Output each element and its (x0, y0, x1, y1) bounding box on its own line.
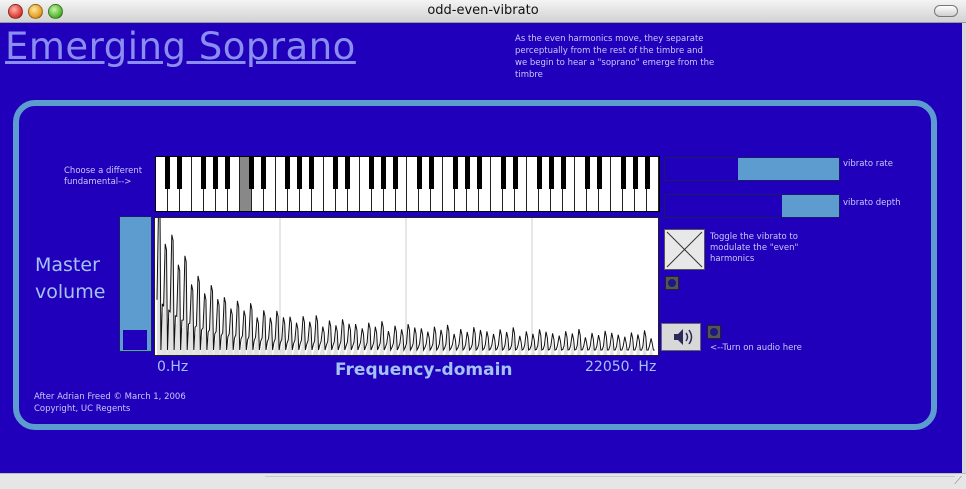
piano-black-key[interactable] (416, 157, 422, 189)
vibrato-toggle-label: Toggle the vibrato to modulate the "even… (710, 232, 799, 264)
master-volume-level (123, 330, 147, 350)
master-volume-label: Master volume (35, 252, 105, 306)
vibrato-indicator (665, 276, 679, 290)
piano-black-key[interactable] (548, 157, 554, 189)
vibrato-depth-fill (665, 195, 782, 217)
piano-black-key[interactable] (512, 157, 518, 189)
piano-keyboard[interactable] (155, 156, 660, 212)
piano-black-key[interactable] (464, 157, 470, 189)
piano-black-key[interactable] (297, 157, 303, 189)
piano-black-key[interactable] (309, 157, 315, 189)
piano-black-key[interactable] (644, 157, 650, 189)
vibrato-rate-slider[interactable] (664, 157, 840, 181)
piano-black-key[interactable] (476, 157, 482, 189)
piano-black-key[interactable] (632, 157, 638, 189)
piano-black-key[interactable] (536, 157, 542, 189)
vibrato-depth-slider[interactable] (664, 194, 840, 218)
piano-black-key[interactable] (596, 157, 602, 189)
piano-black-key[interactable] (428, 157, 434, 189)
x-axis-max-label: 22050. Hz (585, 359, 657, 375)
x-axis-min-label: 0.Hz (157, 359, 189, 375)
page-title: Emerging Soprano (5, 25, 356, 68)
piano-black-key[interactable] (213, 157, 219, 189)
piano-black-key[interactable] (393, 157, 399, 189)
piano-black-key[interactable] (584, 157, 590, 189)
vibrato-rate-label: vibrato rate (843, 159, 893, 169)
fundamental-label: Choose a different fundamental--> (64, 166, 143, 187)
audio-on-button[interactable] (661, 323, 701, 351)
vibrato-depth-label: vibrato depth (843, 198, 901, 208)
master-volume-label-line1: Master (35, 254, 100, 276)
spectrum-display (154, 202, 659, 359)
piano-black-key[interactable] (261, 157, 267, 189)
piano-black-key[interactable] (285, 157, 291, 189)
spectrum-axis-label: Frequency-domain (335, 360, 513, 380)
piano-black-key[interactable] (620, 157, 626, 189)
spectrum-plot (156, 202, 656, 359)
toolbar-toggle-button[interactable] (934, 5, 958, 17)
title-bar: odd-even-vibrato (0, 0, 966, 23)
piano-black-key[interactable] (165, 157, 171, 189)
piano-black-key[interactable] (345, 157, 351, 189)
window-title: odd-even-vibrato (427, 3, 539, 18)
horizontal-scrollbar[interactable] (265, 476, 955, 487)
master-volume-label-line2: volume (35, 281, 106, 303)
window-edge (962, 23, 966, 488)
piano-black-key[interactable] (369, 157, 375, 189)
piano-black-key[interactable] (452, 157, 458, 189)
piano-black-key[interactable] (333, 157, 339, 189)
piano-black-key[interactable] (500, 157, 506, 189)
audio-on-label: <--Turn on audio here (710, 343, 802, 353)
piano-black-key[interactable] (249, 157, 255, 189)
piano-black-key[interactable] (560, 157, 566, 189)
piano-black-key[interactable] (177, 157, 183, 189)
vibrato-toggle[interactable] (664, 229, 705, 270)
speaker-icon (674, 329, 693, 345)
piano-black-key[interactable] (201, 157, 207, 189)
credit-text: After Adrian Freed © March 1, 2006 Copyr… (34, 392, 186, 414)
resize-grip-icon[interactable]: ⟋ (954, 474, 962, 488)
description-text: As the even harmonics move, they separat… (515, 34, 715, 80)
toggle-x-icon (666, 231, 703, 268)
vibrato-rate-fill (665, 158, 739, 180)
piano-black-key[interactable] (381, 157, 387, 189)
piano-black-key[interactable] (225, 157, 231, 189)
audio-indicator (707, 325, 721, 339)
